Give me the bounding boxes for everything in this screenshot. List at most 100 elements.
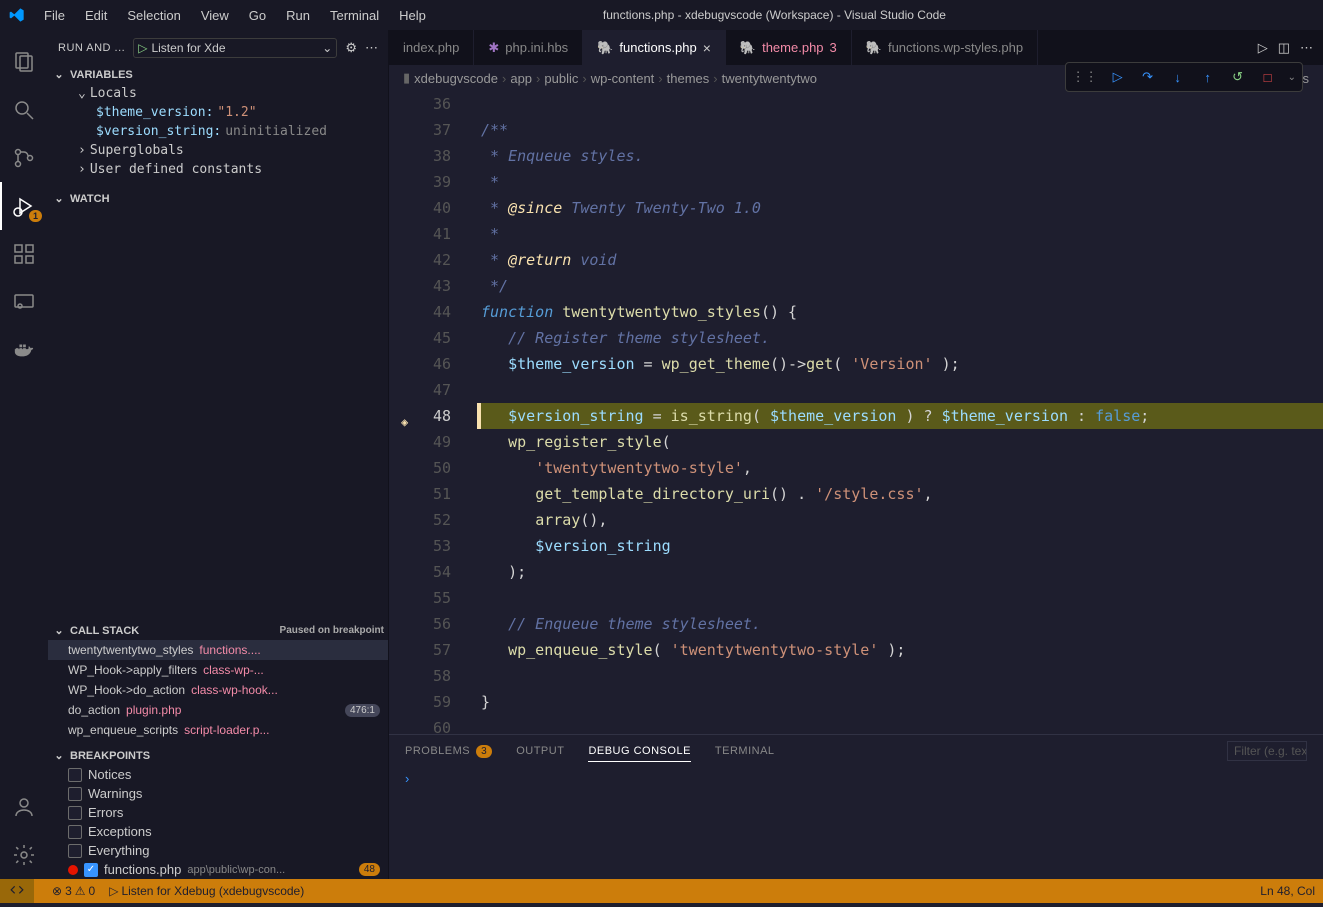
- checkbox[interactable]: [68, 825, 82, 839]
- chevron-down-icon: ⌄: [52, 749, 66, 762]
- file-icon: ✱: [488, 40, 499, 56]
- remote-button[interactable]: [0, 879, 34, 903]
- drag-handle-icon[interactable]: ⋮⋮: [1072, 69, 1098, 85]
- callstack-section[interactable]: ⌄CALL STACKPaused on breakpoint: [48, 621, 388, 640]
- debug-icon: ▷: [109, 884, 118, 898]
- filter-input[interactable]: Filter (e.g. tex: [1227, 741, 1307, 761]
- variables-section[interactable]: ⌄VARIABLES: [48, 65, 388, 84]
- php-icon: 🐘: [597, 40, 613, 56]
- breakpoint-category[interactable]: Notices: [48, 765, 388, 784]
- chevron-right-icon: ›: [78, 143, 86, 158]
- breakpoint-category[interactable]: Everything: [48, 841, 388, 860]
- activity-extensions[interactable]: [0, 230, 48, 278]
- run-and-debug-label: RUN AND ...: [58, 42, 125, 54]
- chevron-right-icon: ›: [78, 162, 86, 177]
- breadcrumb[interactable]: ▮ xdebugvscode› app› public› wp-content›…: [389, 65, 1323, 91]
- breakpoint-file[interactable]: ✓functions.phpapp\public\wp-con...48: [48, 860, 388, 879]
- checkbox[interactable]: [68, 806, 82, 820]
- status-line-col[interactable]: Ln 48, Col: [1260, 884, 1315, 898]
- callstack-frame[interactable]: wp_enqueue_scriptsscript-loader.p...: [48, 720, 388, 740]
- status-debug-config[interactable]: ▷Listen for Xdebug (xdebugvscode): [109, 884, 304, 898]
- code-editor[interactable]: 363738394041424344454647 ◈48 49505152535…: [389, 91, 1323, 734]
- step-out-button[interactable]: ↑: [1198, 67, 1218, 87]
- split-icon[interactable]: ◫: [1278, 40, 1290, 56]
- activity-account[interactable]: [0, 783, 48, 831]
- checkbox[interactable]: [68, 787, 82, 801]
- menu-go[interactable]: Go: [241, 4, 274, 27]
- chevron-down-icon: ⌄: [322, 41, 332, 55]
- callstack-frame[interactable]: do_actionplugin.php476:1: [48, 700, 388, 720]
- chevron-down-icon[interactable]: ⌄: [1288, 72, 1296, 83]
- window-title: functions.php - xdebugvscode (Workspace)…: [434, 8, 1115, 22]
- run-icon[interactable]: ▷: [1258, 40, 1268, 56]
- activity-source-control[interactable]: [0, 134, 48, 182]
- step-into-button[interactable]: ↓: [1168, 67, 1188, 87]
- panel-terminal[interactable]: TERMINAL: [715, 745, 775, 757]
- ellipsis-icon[interactable]: ⋯: [1300, 40, 1313, 56]
- activity-settings[interactable]: [0, 831, 48, 879]
- step-over-button[interactable]: ↷: [1138, 67, 1158, 87]
- menu-help[interactable]: Help: [391, 4, 434, 27]
- close-icon[interactable]: ×: [703, 40, 711, 56]
- play-icon: ▷: [138, 41, 147, 55]
- breakpoints-section[interactable]: ⌄BREAKPOINTS: [48, 746, 388, 765]
- debug-toolbar[interactable]: ⋮⋮ ▷ ↷ ↓ ↑ ↺ □ ⌄: [1065, 62, 1303, 92]
- continue-button[interactable]: ▷: [1108, 67, 1128, 87]
- variable-row[interactable]: $theme_version: "1.2": [56, 103, 388, 122]
- menu-run[interactable]: Run: [278, 4, 318, 27]
- callstack-frame[interactable]: WP_Hook->apply_filtersclass-wp-...: [48, 660, 388, 680]
- panel-debug-console[interactable]: DEBUG CONSOLE: [588, 745, 690, 762]
- debug-console-body[interactable]: ›: [389, 767, 1323, 879]
- php-icon: 🐘: [740, 40, 756, 56]
- activity-search[interactable]: [0, 86, 48, 134]
- activity-docker[interactable]: [0, 326, 48, 374]
- checkbox[interactable]: [68, 844, 82, 858]
- gear-icon[interactable]: ⚙: [345, 40, 357, 56]
- debug-config-dropdown[interactable]: ▷ Listen for Xde ⌄: [133, 38, 337, 58]
- tab-php-ini-hbs[interactable]: ✱php.ini.hbs: [474, 30, 583, 65]
- breakpoint-category[interactable]: Errors: [48, 803, 388, 822]
- callstack-frame[interactable]: WP_Hook->do_actionclass-wp-hook...: [48, 680, 388, 700]
- config-name: Listen for Xde: [151, 41, 225, 55]
- restart-button[interactable]: ↺: [1228, 67, 1248, 87]
- bottom-panel: PROBLEMS3 OUTPUT DEBUG CONSOLE TERMINAL …: [389, 734, 1323, 879]
- menu-view[interactable]: View: [193, 4, 237, 27]
- debug-badge: 1: [29, 210, 42, 222]
- scope-superglobals[interactable]: ›Superglobals: [56, 141, 388, 160]
- watch-section[interactable]: ⌄WATCH: [48, 189, 388, 208]
- tab-functions-wp-styles[interactable]: 🐘functions.wp-styles.php: [852, 30, 1038, 65]
- tab-theme-php[interactable]: 🐘theme.php3: [726, 30, 852, 65]
- menu-selection[interactable]: Selection: [119, 4, 188, 27]
- breakpoint-category[interactable]: Warnings: [48, 784, 388, 803]
- gutter: 363738394041424344454647 ◈48 49505152535…: [389, 91, 469, 734]
- menu-terminal[interactable]: Terminal: [322, 4, 387, 27]
- menu-edit[interactable]: Edit: [77, 4, 115, 27]
- checkbox[interactable]: [68, 768, 82, 782]
- checkbox[interactable]: ✓: [84, 863, 98, 877]
- title-bar: File Edit Selection View Go Run Terminal…: [0, 0, 1323, 30]
- variable-row[interactable]: $version_string: uninitialized: [56, 122, 388, 141]
- activity-debug[interactable]: 1: [0, 182, 48, 230]
- error-icon: ⊗: [52, 884, 62, 898]
- stop-button[interactable]: □: [1258, 67, 1278, 87]
- status-errors[interactable]: ⊗3⚠0: [52, 884, 95, 898]
- tab-functions-php[interactable]: 🐘functions.php×: [583, 30, 726, 65]
- breakpoint-dot-icon: [68, 865, 78, 875]
- callstack-frame[interactable]: twentytwentytwo_stylesfunctions....: [48, 640, 388, 660]
- chevron-down-icon: ⌄: [78, 86, 86, 101]
- chevron-down-icon: ⌄: [52, 192, 66, 205]
- code-content[interactable]: /** * Enqueue styles. * * @since Twenty …: [469, 91, 1323, 734]
- activity-explorer[interactable]: [0, 38, 48, 86]
- menu-file[interactable]: File: [36, 4, 73, 27]
- paused-label: Paused on breakpoint: [280, 625, 384, 636]
- chevron-down-icon: ⌄: [52, 68, 66, 81]
- scope-locals[interactable]: ⌄Locals: [56, 84, 388, 103]
- activity-remote[interactable]: [0, 278, 48, 326]
- panel-problems[interactable]: PROBLEMS3: [405, 745, 492, 758]
- ellipsis-icon[interactable]: ⋯: [365, 40, 378, 56]
- panel-output[interactable]: OUTPUT: [516, 745, 564, 757]
- status-bar: ⊗3⚠0 ▷Listen for Xdebug (xdebugvscode) L…: [0, 879, 1323, 903]
- breakpoint-category[interactable]: Exceptions: [48, 822, 388, 841]
- scope-user-constants[interactable]: ›User defined constants: [56, 160, 388, 179]
- tab-index-php[interactable]: index.php: [389, 30, 474, 65]
